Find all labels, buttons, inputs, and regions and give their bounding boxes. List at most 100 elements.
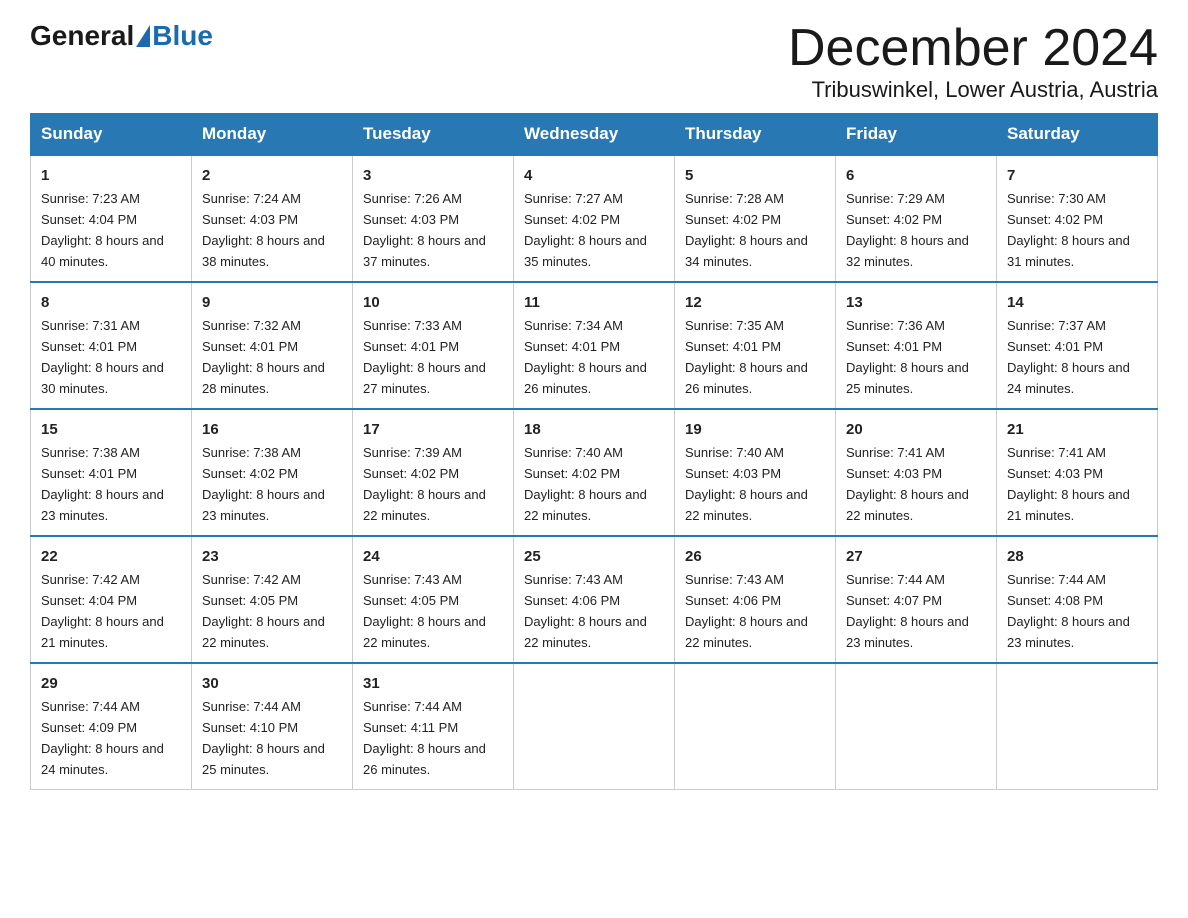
calendar-cell: 24 Sunrise: 7:43 AMSunset: 4:05 PMDayligh… — [353, 536, 514, 663]
calendar-cell: 23 Sunrise: 7:42 AMSunset: 4:05 PMDayligh… — [192, 536, 353, 663]
calendar-cell: 19 Sunrise: 7:40 AMSunset: 4:03 PMDayligh… — [675, 409, 836, 536]
calendar-cell: 14Sunrise: 7:37 AMSunset: 4:01 PMDayligh… — [997, 282, 1158, 409]
calendar-cell: 28 Sunrise: 7:44 AMSunset: 4:08 PMDayligh… — [997, 536, 1158, 663]
logo: General Blue — [30, 20, 213, 52]
day-header-friday: Friday — [836, 114, 997, 156]
calendar-cell: 31 Sunrise: 7:44 AMSunset: 4:11 PMDayligh… — [353, 663, 514, 789]
day-number: 5 — [685, 164, 825, 187]
calendar-cell: 17Sunrise: 7:39 AMSunset: 4:02 PMDayligh… — [353, 409, 514, 536]
day-number: 28 — [1007, 545, 1147, 568]
day-number: 24 — [363, 545, 503, 568]
day-number: 8 — [41, 291, 181, 314]
day-number: 18 — [524, 418, 664, 441]
calendar-cell: 8 Sunrise: 7:31 AMSunset: 4:01 PMDaylight… — [31, 282, 192, 409]
day-info: Sunrise: 7:44 AMSunset: 4:08 PMDaylight:… — [1007, 572, 1130, 650]
day-info: Sunrise: 7:32 AMSunset: 4:01 PMDaylight:… — [202, 318, 325, 396]
calendar-cell: 6Sunrise: 7:29 AMSunset: 4:02 PMDaylight… — [836, 155, 997, 282]
day-info: Sunrise: 7:41 AMSunset: 4:03 PMDaylight:… — [846, 445, 969, 523]
page-header: General Blue December 2024 Tribuswinkel, … — [30, 20, 1158, 103]
calendar-cell: 5 Sunrise: 7:28 AMSunset: 4:02 PMDaylight… — [675, 155, 836, 282]
calendar-cell: 12 Sunrise: 7:35 AMSunset: 4:01 PMDayligh… — [675, 282, 836, 409]
day-number: 22 — [41, 545, 181, 568]
day-info: Sunrise: 7:43 AMSunset: 4:05 PMDaylight:… — [363, 572, 486, 650]
day-info: Sunrise: 7:38 AMSunset: 4:02 PMDaylight:… — [202, 445, 325, 523]
calendar-cell: 4 Sunrise: 7:27 AMSunset: 4:02 PMDaylight… — [514, 155, 675, 282]
days-header-row: SundayMondayTuesdayWednesdayThursdayFrid… — [31, 114, 1158, 156]
calendar-cell: 1Sunrise: 7:23 AMSunset: 4:04 PMDaylight… — [31, 155, 192, 282]
calendar-cell: 30 Sunrise: 7:44 AMSunset: 4:10 PMDayligh… — [192, 663, 353, 789]
calendar-cell: 27Sunrise: 7:44 AMSunset: 4:07 PMDayligh… — [836, 536, 997, 663]
logo-general-text: General — [30, 20, 134, 52]
day-info: Sunrise: 7:44 AMSunset: 4:11 PMDaylight:… — [363, 699, 486, 777]
day-info: Sunrise: 7:35 AMSunset: 4:01 PMDaylight:… — [685, 318, 808, 396]
week-row-2: 8 Sunrise: 7:31 AMSunset: 4:01 PMDaylight… — [31, 282, 1158, 409]
day-number: 17 — [363, 418, 503, 441]
day-info: Sunrise: 7:40 AMSunset: 4:02 PMDaylight:… — [524, 445, 647, 523]
day-number: 3 — [363, 164, 503, 187]
day-info: Sunrise: 7:43 AMSunset: 4:06 PMDaylight:… — [685, 572, 808, 650]
day-number: 7 — [1007, 164, 1147, 187]
day-number: 26 — [685, 545, 825, 568]
calendar-cell: 13Sunrise: 7:36 AMSunset: 4:01 PMDayligh… — [836, 282, 997, 409]
day-number: 12 — [685, 291, 825, 314]
calendar-cell: 18 Sunrise: 7:40 AMSunset: 4:02 PMDayligh… — [514, 409, 675, 536]
calendar-cell: 15 Sunrise: 7:38 AMSunset: 4:01 PMDayligh… — [31, 409, 192, 536]
day-number: 14 — [1007, 291, 1147, 314]
day-number: 9 — [202, 291, 342, 314]
calendar-cell: 20Sunrise: 7:41 AMSunset: 4:03 PMDayligh… — [836, 409, 997, 536]
day-header-thursday: Thursday — [675, 114, 836, 156]
calendar-cell: 21Sunrise: 7:41 AMSunset: 4:03 PMDayligh… — [997, 409, 1158, 536]
calendar-table: SundayMondayTuesdayWednesdayThursdayFrid… — [30, 113, 1158, 790]
logo-triangle-icon — [136, 25, 150, 47]
day-info: Sunrise: 7:42 AMSunset: 4:05 PMDaylight:… — [202, 572, 325, 650]
day-info: Sunrise: 7:31 AMSunset: 4:01 PMDaylight:… — [41, 318, 164, 396]
calendar-cell: 11Sunrise: 7:34 AMSunset: 4:01 PMDayligh… — [514, 282, 675, 409]
day-info: Sunrise: 7:36 AMSunset: 4:01 PMDaylight:… — [846, 318, 969, 396]
day-number: 19 — [685, 418, 825, 441]
calendar-cell: 22 Sunrise: 7:42 AMSunset: 4:04 PMDayligh… — [31, 536, 192, 663]
week-row-1: 1Sunrise: 7:23 AMSunset: 4:04 PMDaylight… — [31, 155, 1158, 282]
day-info: Sunrise: 7:30 AMSunset: 4:02 PMDaylight:… — [1007, 191, 1130, 269]
day-info: Sunrise: 7:42 AMSunset: 4:04 PMDaylight:… — [41, 572, 164, 650]
day-number: 25 — [524, 545, 664, 568]
day-number: 15 — [41, 418, 181, 441]
day-info: Sunrise: 7:34 AMSunset: 4:01 PMDaylight:… — [524, 318, 647, 396]
day-number: 16 — [202, 418, 342, 441]
calendar-cell: 26 Sunrise: 7:43 AMSunset: 4:06 PMDayligh… — [675, 536, 836, 663]
day-number: 10 — [363, 291, 503, 314]
day-info: Sunrise: 7:44 AMSunset: 4:10 PMDaylight:… — [202, 699, 325, 777]
week-row-3: 15 Sunrise: 7:38 AMSunset: 4:01 PMDayligh… — [31, 409, 1158, 536]
day-number: 4 — [524, 164, 664, 187]
calendar-cell: 16 Sunrise: 7:38 AMSunset: 4:02 PMDayligh… — [192, 409, 353, 536]
day-info: Sunrise: 7:24 AMSunset: 4:03 PMDaylight:… — [202, 191, 325, 269]
day-info: Sunrise: 7:40 AMSunset: 4:03 PMDaylight:… — [685, 445, 808, 523]
calendar-cell: 7 Sunrise: 7:30 AMSunset: 4:02 PMDaylight… — [997, 155, 1158, 282]
day-info: Sunrise: 7:33 AMSunset: 4:01 PMDaylight:… — [363, 318, 486, 396]
day-number: 27 — [846, 545, 986, 568]
day-header-sunday: Sunday — [31, 114, 192, 156]
day-number: 30 — [202, 672, 342, 695]
day-info: Sunrise: 7:28 AMSunset: 4:02 PMDaylight:… — [685, 191, 808, 269]
day-header-saturday: Saturday — [997, 114, 1158, 156]
day-number: 23 — [202, 545, 342, 568]
week-row-4: 22 Sunrise: 7:42 AMSunset: 4:04 PMDayligh… — [31, 536, 1158, 663]
location-subtitle: Tribuswinkel, Lower Austria, Austria — [788, 77, 1158, 103]
day-header-monday: Monday — [192, 114, 353, 156]
calendar-cell: 9 Sunrise: 7:32 AMSunset: 4:01 PMDaylight… — [192, 282, 353, 409]
calendar-cell — [836, 663, 997, 789]
day-number: 31 — [363, 672, 503, 695]
day-info: Sunrise: 7:29 AMSunset: 4:02 PMDaylight:… — [846, 191, 969, 269]
day-info: Sunrise: 7:41 AMSunset: 4:03 PMDaylight:… — [1007, 445, 1130, 523]
title-section: December 2024 Tribuswinkel, Lower Austri… — [788, 20, 1158, 103]
calendar-cell: 29Sunrise: 7:44 AMSunset: 4:09 PMDayligh… — [31, 663, 192, 789]
calendar-cell — [675, 663, 836, 789]
day-info: Sunrise: 7:38 AMSunset: 4:01 PMDaylight:… — [41, 445, 164, 523]
week-row-5: 29Sunrise: 7:44 AMSunset: 4:09 PMDayligh… — [31, 663, 1158, 789]
logo-blue-text: Blue — [152, 20, 213, 52]
day-header-wednesday: Wednesday — [514, 114, 675, 156]
day-info: Sunrise: 7:43 AMSunset: 4:06 PMDaylight:… — [524, 572, 647, 650]
day-info: Sunrise: 7:26 AMSunset: 4:03 PMDaylight:… — [363, 191, 486, 269]
month-title: December 2024 — [788, 20, 1158, 77]
day-info: Sunrise: 7:44 AMSunset: 4:09 PMDaylight:… — [41, 699, 164, 777]
day-info: Sunrise: 7:27 AMSunset: 4:02 PMDaylight:… — [524, 191, 647, 269]
